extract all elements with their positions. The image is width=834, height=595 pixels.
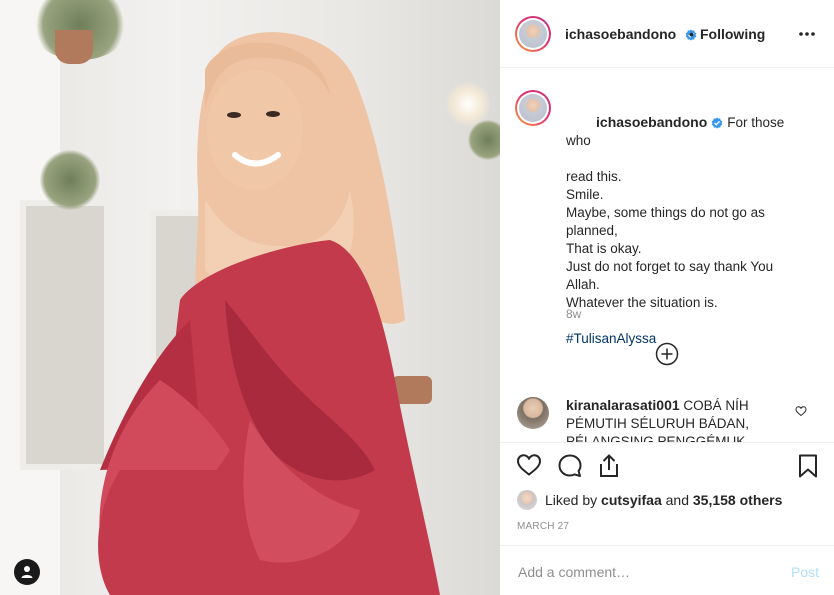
comment-icon[interactable] bbox=[557, 453, 583, 479]
person-icon bbox=[21, 566, 33, 578]
caption-line: Just do not forget to say thank You bbox=[566, 259, 774, 274]
verified-badge-icon bbox=[712, 117, 723, 129]
following-button[interactable]: Following bbox=[700, 26, 765, 42]
caption-author-avatar[interactable] bbox=[515, 90, 551, 126]
add-comment-bar: Post bbox=[500, 545, 834, 595]
caption-line: Allah. bbox=[566, 277, 600, 292]
caption-line: That is okay. bbox=[566, 241, 642, 256]
bookmark-icon[interactable] bbox=[797, 453, 819, 479]
caption-username[interactable]: ichasoebandono bbox=[596, 114, 707, 130]
comment-item: kiranalarasati001 COBÁ NÍH PÉMUTIH SÉLUR… bbox=[566, 396, 786, 443]
post-photo[interactable] bbox=[0, 0, 500, 595]
heart-icon[interactable] bbox=[516, 453, 542, 477]
post-caption: ichasoebandono For those who read this. … bbox=[566, 95, 786, 348]
caption-line: read this. bbox=[566, 169, 622, 184]
likes-prefix: Liked by bbox=[545, 492, 598, 508]
author-username[interactable]: ichasoebandono bbox=[565, 26, 676, 42]
share-icon[interactable] bbox=[597, 453, 621, 479]
follow-separator: • bbox=[689, 26, 694, 42]
post-comment-button[interactable]: Post bbox=[791, 564, 819, 580]
commenter-username[interactable]: kiranalarasati001 bbox=[566, 397, 680, 413]
caption-line: Maybe, some things do not go as bbox=[566, 205, 765, 220]
likes-summary: Liked by cutsyifaa and 35,158 others bbox=[517, 489, 782, 511]
likes-others-link[interactable]: 35,158 others bbox=[693, 492, 783, 508]
more-horizontal-icon[interactable] bbox=[798, 26, 816, 42]
caption-line: Whatever the situation is. bbox=[566, 295, 718, 310]
person-illustration bbox=[98, 32, 440, 595]
liker-avatar[interactable] bbox=[517, 490, 537, 510]
post-age[interactable]: 8w bbox=[566, 307, 581, 321]
comment-like-heart-icon[interactable] bbox=[795, 405, 807, 417]
author-name-row: ichasoebandono bbox=[565, 26, 697, 44]
comment-text-line: PÉMUTIH SÉLURUH BÁDAN, bbox=[566, 416, 750, 431]
likes-connector: and bbox=[665, 492, 689, 508]
liker-username[interactable]: cutsyifaa bbox=[601, 492, 662, 508]
commenter-avatar[interactable] bbox=[517, 397, 549, 429]
comment-text-line: COBÁ NÍH bbox=[683, 398, 749, 413]
post-details-panel: ichasoebandono • Following ichasoebandon… bbox=[500, 0, 834, 595]
plus-circle-icon[interactable] bbox=[655, 342, 679, 366]
comment-input[interactable] bbox=[516, 560, 770, 584]
post-header: ichasoebandono • Following bbox=[500, 0, 834, 68]
post-date[interactable]: MARCH 27 bbox=[517, 521, 569, 532]
tagged-users-button[interactable] bbox=[14, 559, 40, 585]
caption-line: Smile. bbox=[566, 187, 604, 202]
caption-line: planned, bbox=[566, 223, 618, 238]
post-actions bbox=[500, 443, 834, 491]
comments-section[interactable]: ichasoebandono For those who read this. … bbox=[500, 69, 834, 443]
author-avatar[interactable] bbox=[515, 16, 551, 52]
comment-text-line: PÉLANGSING PENGGÉMUK PÉNIN bbox=[566, 434, 746, 443]
